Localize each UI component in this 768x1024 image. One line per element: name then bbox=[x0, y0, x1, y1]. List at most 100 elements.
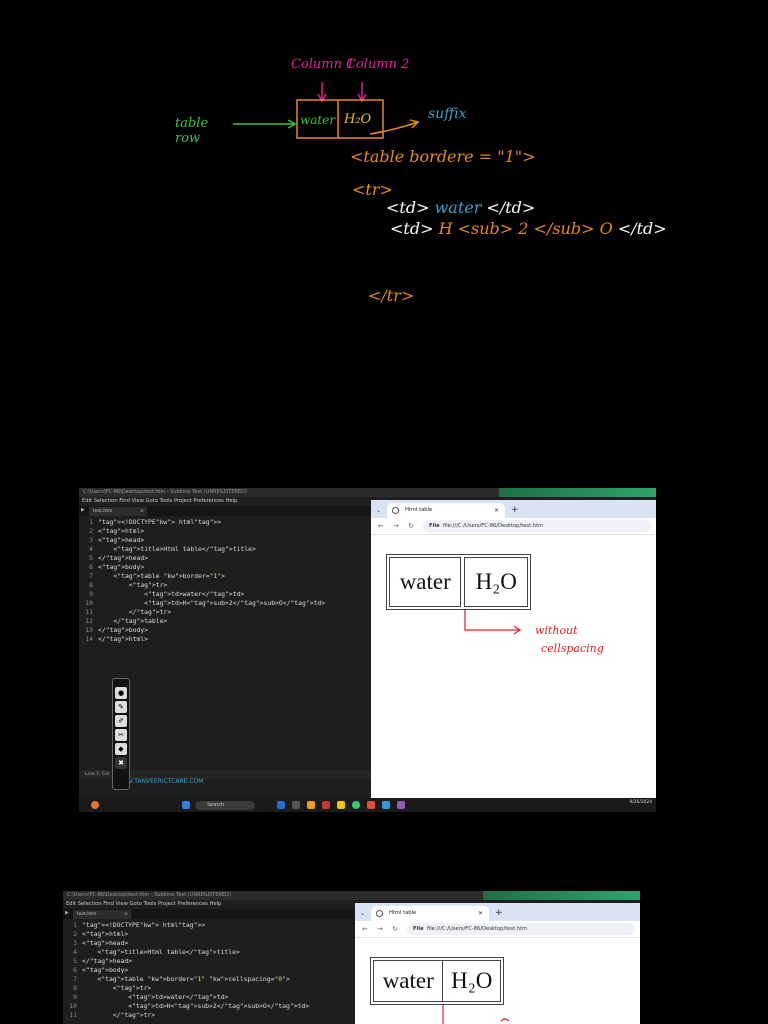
code-line[interactable]: 2 <"tag">html> bbox=[79, 527, 325, 536]
line-number: 10 bbox=[85, 599, 93, 607]
color-tool-icon[interactable]: ◆ bbox=[115, 743, 127, 755]
code-line[interactable]: 11 </"tag">tr> bbox=[63, 1011, 309, 1020]
taskbar-search[interactable]: Search bbox=[195, 801, 255, 810]
annotation-cellspacing: cellspacing bbox=[541, 642, 604, 655]
note-td-open: <td> bbox=[386, 198, 430, 217]
code-text: <"tag">tr> bbox=[98, 581, 168, 589]
code-line[interactable]: 9 <"tag">td>water</"tag">td> bbox=[79, 590, 325, 599]
code-line[interactable]: 3 <"tag">head> bbox=[79, 536, 325, 545]
close-icon[interactable]: × bbox=[140, 507, 144, 516]
app-icon[interactable] bbox=[277, 801, 285, 809]
code-line[interactable]: 11 </"tag">tr> bbox=[79, 608, 325, 617]
editor-tab-bar: ▶ test.htm × bbox=[79, 506, 371, 516]
folder-icon[interactable] bbox=[337, 801, 345, 809]
sidebar-toggle-icon[interactable]: ▶ bbox=[81, 507, 85, 513]
highlighter-tool-icon[interactable]: ✐ bbox=[115, 715, 127, 727]
eraser-tool-icon[interactable]: ✂ bbox=[115, 729, 127, 741]
task-view-icon[interactable] bbox=[292, 801, 300, 809]
code-line[interactable]: 4 <"tag">title>Html table</"tag">title> bbox=[63, 948, 309, 957]
taskbar-search-label: Search bbox=[207, 802, 225, 808]
editor-tab-bar: ▶ test.htm × bbox=[63, 909, 355, 919]
code-editor[interactable]: 1 "tag"><!DOCTYPE"kw"> html"tag">> 2 <"tag"… bbox=[79, 518, 325, 644]
code-text: <"tag">html> bbox=[82, 930, 129, 938]
code-text: <"tag">title>Html table</"tag">title> bbox=[98, 545, 256, 553]
line-number: 14 bbox=[85, 635, 93, 643]
code-line[interactable]: 8 <"tag">tr> bbox=[63, 984, 309, 993]
code-line[interactable]: 5 </"tag">head> bbox=[79, 554, 325, 563]
column-1-label: Column 1 bbox=[291, 57, 355, 72]
line-number: 7 bbox=[73, 975, 77, 983]
chrome-icon[interactable] bbox=[352, 801, 360, 809]
code-text: <"tag">td>H<"tag">sub>2</"tag">sub>O</"t… bbox=[98, 599, 326, 607]
code-text: <"tag">table "kw">border="1" "kw">cellsp… bbox=[82, 975, 290, 983]
note-sub-text: <sub> 2 </sub> bbox=[457, 219, 595, 238]
code-text: <"tag">td>water</"tag">td> bbox=[82, 993, 229, 1001]
close-toolbar-icon[interactable]: ✖ bbox=[115, 757, 127, 769]
line-number: 3 bbox=[89, 536, 93, 544]
browser-window: ⌄ Html table × + ← → ↻ File file:///C:/U… bbox=[371, 500, 656, 798]
line-number: 8 bbox=[89, 581, 93, 589]
code-line[interactable]: 4 <"tag">title>Html table</"tag">title> bbox=[79, 545, 325, 554]
close-icon[interactable]: × bbox=[124, 910, 128, 919]
annotation-arrow bbox=[442, 1005, 510, 1024]
code-text: "tag"><!DOCTYPE"kw"> html"tag">> bbox=[98, 518, 222, 526]
code-line[interactable]: 2 <"tag">html> bbox=[63, 930, 309, 939]
editor-file-tab[interactable]: test.htm × bbox=[73, 910, 131, 919]
weather-icon[interactable] bbox=[91, 801, 99, 809]
line-number: 6 bbox=[89, 563, 93, 571]
code-text: <"tag">html> bbox=[98, 527, 145, 535]
line-number: 8 bbox=[73, 984, 77, 992]
code-line[interactable]: 8 <"tag">tr> bbox=[79, 581, 325, 590]
code-line[interactable]: 14 </"tag">html> bbox=[79, 635, 325, 644]
code-line[interactable]: 3 <"tag">head> bbox=[63, 939, 309, 948]
code-line[interactable]: 9 <"tag">td>water</"tag">td> bbox=[63, 993, 309, 1002]
code-line[interactable]: 6 <"tag">body> bbox=[79, 563, 325, 572]
office-icon[interactable] bbox=[322, 801, 330, 809]
floating-toolbar: ● ✎ ✐ ✂ ◆ ✖ bbox=[112, 678, 130, 790]
code-line[interactable]: 7 <"tag">table "kw">border="1"> bbox=[79, 572, 325, 581]
start-icon[interactable] bbox=[182, 801, 190, 809]
note-td-open-2: <td> bbox=[390, 219, 434, 238]
code-line[interactable]: 7 <"tag">table "kw">border="1" "kw">cell… bbox=[63, 975, 309, 984]
code-line[interactable]: 5 </"tag">head> bbox=[63, 957, 309, 966]
note-o-text: O bbox=[599, 219, 613, 238]
code-line[interactable]: 10 <"tag">td>H<"tag">sub>2</"tag">sub>O<… bbox=[79, 599, 325, 608]
line-number: 13 bbox=[85, 626, 93, 634]
sketch-cell-h2o: H₂O bbox=[344, 112, 372, 127]
note-code-line-4: <td> H <sub> 2 </sub> O </td> bbox=[390, 219, 667, 238]
editor-file-tab[interactable]: test.htm × bbox=[89, 507, 147, 516]
vlc-icon[interactable] bbox=[307, 801, 315, 809]
code-text: </"tag">head> bbox=[82, 957, 133, 965]
pointer-tool-icon[interactable]: ● bbox=[115, 687, 127, 699]
code-line[interactable]: 1 "tag"><!DOCTYPE"kw"> html"tag">> bbox=[63, 921, 309, 930]
code-text: <"tag">td>water</"tag">td> bbox=[98, 590, 245, 598]
line-number: 2 bbox=[73, 930, 77, 938]
code-line[interactable]: 6 <"tag">body> bbox=[63, 966, 309, 975]
code-line[interactable]: 10 <"tag">td>H<"tag">sub>2</"tag">sub>O<… bbox=[63, 1002, 309, 1011]
line-number: 12 bbox=[85, 617, 93, 625]
line-number: 1 bbox=[89, 518, 93, 526]
app-icon-2[interactable] bbox=[367, 801, 375, 809]
code-line[interactable]: 12 </"tag">table> bbox=[79, 617, 325, 626]
pen-tool-icon[interactable]: ✎ bbox=[115, 701, 127, 713]
line-number: 11 bbox=[69, 1011, 77, 1019]
code-text: </"tag">tr> bbox=[98, 608, 172, 616]
line-number: 5 bbox=[73, 957, 77, 965]
app-icon-3[interactable] bbox=[397, 801, 405, 809]
annotation-arrow bbox=[464, 610, 522, 635]
sidebar-toggle-icon[interactable]: ▶ bbox=[65, 910, 69, 916]
line-number: 3 bbox=[73, 939, 77, 947]
code-line[interactable]: 1 "tag"><!DOCTYPE"kw"> html"tag">> bbox=[79, 518, 325, 527]
edge-icon[interactable] bbox=[382, 801, 390, 809]
sketch-cell-water: water bbox=[300, 113, 336, 127]
note-code-line-1: <table bordere = "1"> bbox=[350, 147, 536, 166]
line-number: 11 bbox=[85, 608, 93, 616]
table-row-label: table row bbox=[175, 116, 209, 146]
note-h-text: H bbox=[438, 219, 453, 238]
note-water-text: water bbox=[434, 198, 482, 217]
code-editor[interactable]: 1 "tag"><!DOCTYPE"kw"> html"tag">> 2 <"tag"… bbox=[63, 921, 309, 1020]
code-text: </"tag">table> bbox=[98, 617, 168, 625]
line-number: 10 bbox=[69, 1002, 77, 1010]
code-line[interactable]: 13 </"tag">body> bbox=[79, 626, 325, 635]
editor-file-tab-label: test.htm bbox=[93, 509, 113, 514]
